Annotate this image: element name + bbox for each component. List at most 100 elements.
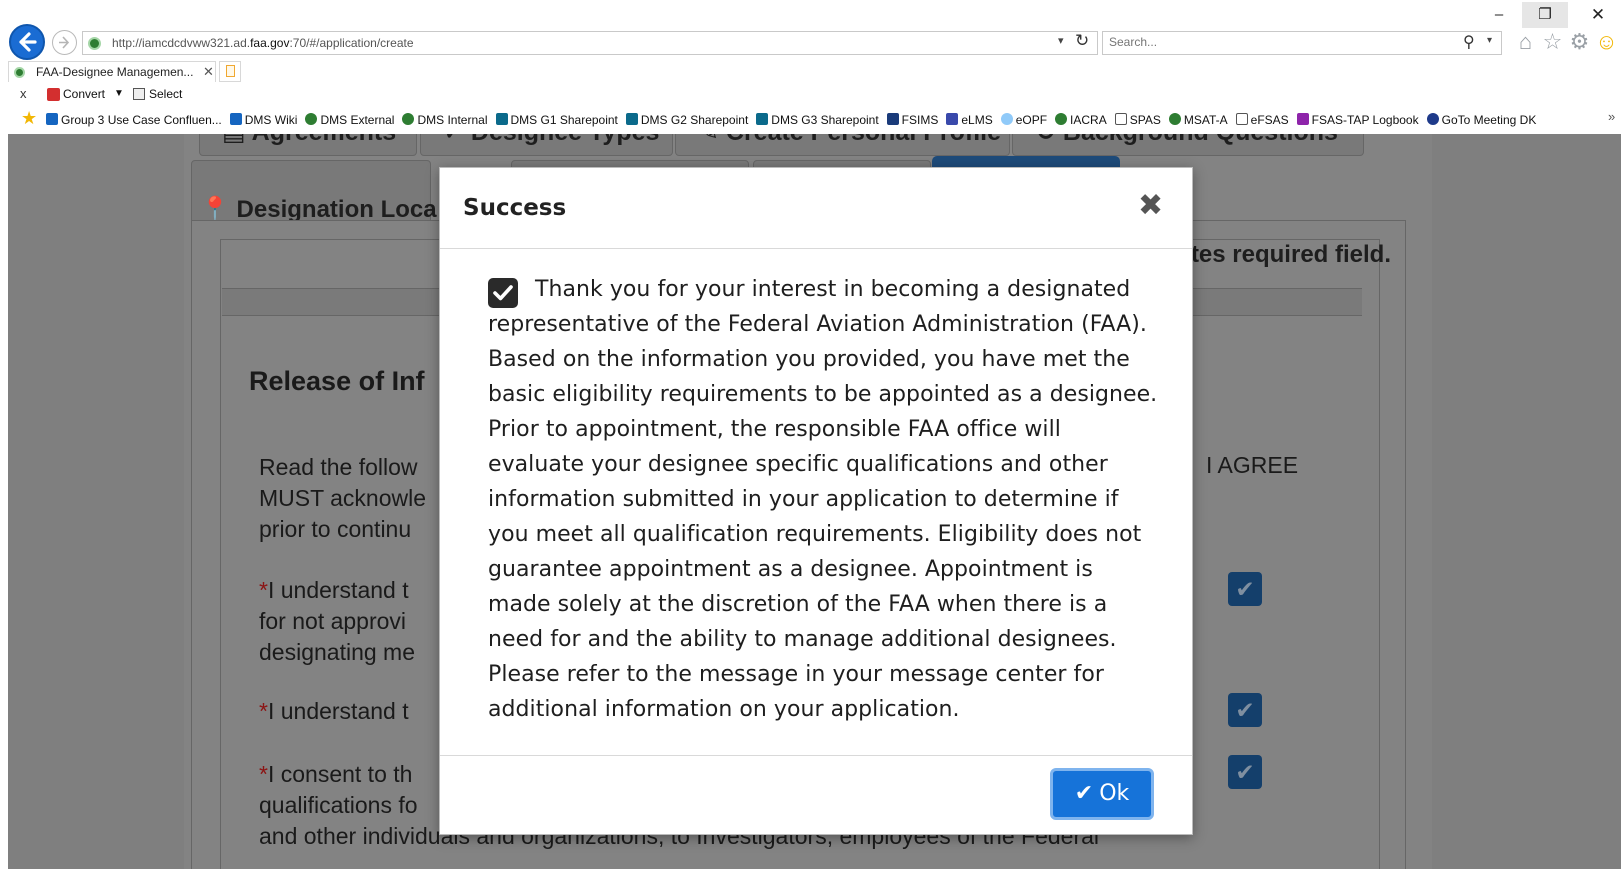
address-bar[interactable]: http://iamcdcdvww321.ad.faa.gov:70/#/app… bbox=[82, 31, 1098, 55]
favorite-icon bbox=[1296, 113, 1309, 125]
favorite-label: DMS External bbox=[320, 113, 395, 127]
modal-footer: ✔ Ok bbox=[440, 755, 1192, 836]
tab-close-icon[interactable]: ✕ bbox=[203, 64, 214, 80]
favorite-label: eFSAS bbox=[1250, 113, 1289, 127]
agree-checkbox-3[interactable]: ✔ bbox=[1228, 755, 1262, 789]
search-dropdown-icon[interactable]: ▾ bbox=[1487, 35, 1492, 46]
modal-body: Thank you for your interest in becoming … bbox=[488, 272, 1168, 727]
favorites-star-icon[interactable]: ☆ bbox=[1539, 29, 1566, 55]
favorites-bar: ★ Group 3 Use Case Confluen... DMS Wiki DM… bbox=[0, 108, 1621, 132]
favorite-link[interactable]: eFSAS bbox=[1235, 113, 1289, 127]
instructions-line: Read the follow bbox=[259, 454, 418, 480]
favorite-icon bbox=[756, 113, 769, 125]
favorite-link[interactable]: DMS G1 Sharepoint bbox=[495, 113, 618, 127]
toolbar-icons: ⌂ ☆ ⚙ ☺ bbox=[1512, 29, 1620, 55]
statement-line: *I understand t bbox=[259, 696, 409, 727]
tab-designation-location: 📍 Designation Loca bbox=[191, 160, 437, 223]
favorite-label: FSAS-TAP Logbook bbox=[1311, 113, 1419, 127]
favorite-link[interactable]: DMS G3 Sharepoint bbox=[756, 113, 879, 127]
required-asterisk: * bbox=[259, 698, 268, 724]
refresh-icon[interactable]: ↻ bbox=[1075, 31, 1089, 51]
modal-close-button[interactable]: ✖ bbox=[1138, 186, 1163, 226]
favorite-label: GoTo Meeting DK bbox=[1441, 113, 1537, 127]
favorite-icon bbox=[305, 113, 318, 125]
close-window-button[interactable]: ✕ bbox=[1575, 2, 1621, 28]
gear-icon[interactable]: ⚙ bbox=[1566, 29, 1593, 55]
statement-text: I consent to th bbox=[267, 761, 413, 787]
statement-text: I understand t bbox=[267, 577, 409, 603]
instructions-line: MUST acknowle bbox=[259, 485, 427, 511]
tab-background-questions: ↻ Background Questions bbox=[1012, 134, 1364, 156]
favorite-link[interactable]: DMS Wiki bbox=[229, 113, 297, 127]
minimize-button[interactable]: – bbox=[1476, 2, 1522, 28]
back-button[interactable] bbox=[9, 24, 45, 60]
command-bar-close-icon[interactable]: x bbox=[20, 86, 27, 101]
modal-message-line: need for and the ability to manage addit… bbox=[488, 627, 1117, 652]
favorite-link[interactable]: Group 3 Use Case Confluen... bbox=[46, 113, 222, 127]
home-icon[interactable]: ⌂ bbox=[1512, 29, 1539, 55]
search-icon[interactable]: ⚲ bbox=[1463, 32, 1475, 52]
tab-designee-types: ✓ Designee Types bbox=[420, 134, 673, 156]
statement-line: for not approvi bbox=[259, 608, 407, 634]
search-input[interactable] bbox=[1109, 35, 1439, 49]
favorite-link[interactable]: IACRA bbox=[1055, 113, 1107, 127]
tab-create-personal-profile: ✎ Create Personal Profile bbox=[675, 134, 1010, 156]
check-mark-icon bbox=[493, 285, 513, 301]
favorite-label: DMS G3 Sharepoint bbox=[771, 113, 879, 127]
favorite-link[interactable]: GoTo Meeting DK bbox=[1426, 113, 1537, 127]
address-dropdown-icon[interactable]: ▾ bbox=[1058, 34, 1064, 47]
new-tab-button[interactable] bbox=[219, 61, 241, 82]
favorite-link[interactable]: FSAS-TAP Logbook bbox=[1296, 113, 1419, 127]
favorite-label: MSAT-A bbox=[1183, 113, 1228, 127]
favorite-icon bbox=[625, 113, 638, 125]
modal-message-line: additional information on your applicati… bbox=[488, 697, 960, 722]
favorite-link[interactable]: eOPF bbox=[1000, 113, 1048, 127]
restore-button[interactable]: ❐ bbox=[1522, 2, 1568, 28]
instructions-text: Read the follow MUST acknowle prior to c… bbox=[259, 452, 426, 545]
select-button[interactable]: Select bbox=[149, 87, 182, 101]
favorites-icon[interactable]: ★ bbox=[21, 108, 37, 129]
browser-tab[interactable]: FAA-Designee Managemen... ✕ bbox=[8, 61, 216, 82]
required-field-note: ates required field. bbox=[1177, 241, 1391, 268]
favorite-label: eLMS bbox=[961, 113, 993, 127]
favorite-icon bbox=[229, 113, 242, 125]
i-agree-header: I AGREE bbox=[1206, 452, 1299, 478]
favorite-label: SPAS bbox=[1129, 113, 1161, 127]
modal-message-line: Thank you for your interest in becoming … bbox=[535, 277, 1131, 302]
search-box[interactable]: ⚲ ▾ bbox=[1102, 31, 1502, 55]
ok-button[interactable]: ✔ Ok bbox=[1050, 768, 1154, 820]
agree-checkbox-1[interactable]: ✔ bbox=[1228, 572, 1262, 606]
favorite-label: IACRA bbox=[1070, 113, 1107, 127]
favorite-link[interactable]: eLMS bbox=[946, 113, 993, 127]
modal-message-line: guarantee appointment as a designee. App… bbox=[488, 557, 1093, 582]
favorite-link[interactable]: FSIMS bbox=[886, 113, 938, 127]
site-icon bbox=[88, 37, 101, 50]
modal-message-line: you meet all qualification requirements.… bbox=[488, 522, 1142, 547]
favorite-link[interactable]: SPAS bbox=[1114, 113, 1161, 127]
tab-favicon bbox=[14, 67, 25, 78]
ok-button-label: Ok bbox=[1099, 781, 1130, 806]
modal-header: Success ✖ bbox=[440, 168, 1192, 249]
modal-title: Success bbox=[463, 195, 567, 221]
favorites-more-icon[interactable]: » bbox=[1608, 109, 1615, 124]
modal-message-line: evaluate your designee specific qualific… bbox=[488, 452, 1108, 477]
new-tab-icon bbox=[226, 65, 235, 77]
convert-dropdown-icon[interactable]: ▼ bbox=[114, 88, 124, 99]
forward-arrow-icon bbox=[59, 36, 70, 49]
favorite-link[interactable]: DMS External bbox=[305, 113, 394, 127]
favorite-link[interactable]: DMS Internal bbox=[402, 113, 488, 127]
favorite-icon bbox=[1114, 113, 1127, 125]
agree-checkbox-2[interactable]: ✔ bbox=[1228, 693, 1262, 727]
favorite-label: DMS Internal bbox=[417, 113, 488, 127]
convert-button[interactable]: Convert bbox=[63, 87, 105, 101]
select-icon bbox=[133, 88, 145, 100]
forward-button[interactable] bbox=[52, 30, 77, 55]
favorite-icon bbox=[886, 113, 899, 125]
favorite-label: eOPF bbox=[1015, 113, 1048, 127]
pdf-convert-icon bbox=[47, 88, 60, 101]
ok-check-icon: ✔ bbox=[1074, 781, 1094, 806]
tab-title: FAA-Designee Managemen... bbox=[36, 65, 194, 79]
favorite-link[interactable]: MSAT-A bbox=[1168, 113, 1228, 127]
feedback-smiley-icon[interactable]: ☺ bbox=[1593, 29, 1620, 55]
favorite-link[interactable]: DMS G2 Sharepoint bbox=[625, 113, 748, 127]
